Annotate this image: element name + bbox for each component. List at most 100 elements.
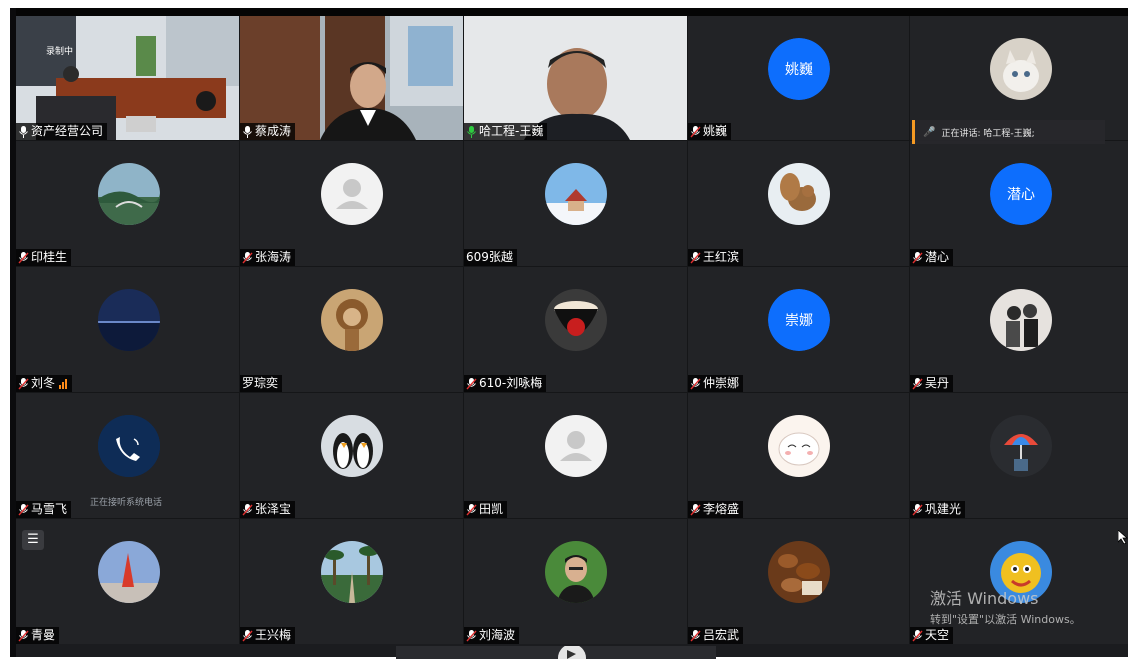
video-tile[interactable]: 刘冬 xyxy=(16,267,239,392)
avatar xyxy=(98,289,160,351)
video-tile[interactable]: 印桂生 xyxy=(16,141,239,266)
avatar: 潜心 xyxy=(990,163,1052,225)
participant-name: 姚巍 xyxy=(703,124,728,138)
microphone-muted-icon xyxy=(242,251,253,263)
participant-name: 潜心 xyxy=(925,250,950,264)
participant-nametag: 王兴梅 xyxy=(240,627,296,644)
participant-list-button[interactable]: ☰ xyxy=(22,530,44,550)
video-tile[interactable]: 姚巍 姚巍 xyxy=(688,16,909,140)
video-tile[interactable]: 蔡成涛 xyxy=(240,16,463,140)
video-tile[interactable]: 张泽宝 xyxy=(240,393,463,518)
avatar xyxy=(545,541,607,603)
participant-name: 609张越 xyxy=(466,250,513,264)
participant-name: 马雪飞 xyxy=(31,502,68,516)
video-tile[interactable]: 崇娜 仲崇娜 xyxy=(688,267,909,392)
participant-video-feed xyxy=(240,16,463,140)
video-tile[interactable]: 哈工程-王巍 xyxy=(464,16,687,140)
video-tile[interactable]: 罗琮奕 xyxy=(240,267,463,392)
video-tile[interactable]: 青曼 xyxy=(16,519,239,644)
avatar xyxy=(98,163,160,225)
participant-name: 张泽宝 xyxy=(255,502,292,516)
palm-road-avatar-image xyxy=(321,541,383,603)
video-tile[interactable]: 吕宏武 xyxy=(688,519,909,644)
participant-name: 张海涛 xyxy=(255,250,292,264)
microphone-muted-icon xyxy=(18,377,29,389)
avatar xyxy=(990,289,1052,351)
windows-activation-watermark: 激活 Windows 转到"设置"以激活 Windows。 xyxy=(930,585,1081,627)
video-tile[interactable]: 609张越 xyxy=(464,141,687,266)
mouse-cursor-icon xyxy=(1118,530,1128,544)
speaker-icon: 🎤 xyxy=(923,126,936,138)
microphone-muted-icon xyxy=(690,125,701,137)
avatar xyxy=(545,415,607,477)
activation-title: 激活 Windows xyxy=(930,589,1039,608)
couple-avatar-image xyxy=(990,289,1052,351)
video-tile[interactable]: 王红滨 xyxy=(688,141,909,266)
avatar xyxy=(545,289,607,351)
microphone-muted-icon xyxy=(690,377,701,389)
participant-nametag: 张海涛 xyxy=(240,249,296,266)
microphone-muted-icon xyxy=(912,503,923,515)
window-top-border xyxy=(10,8,1128,16)
video-tile[interactable]: 录制中 资产经营公司 xyxy=(16,16,239,140)
avatar: 崇娜 xyxy=(768,289,830,351)
activation-hint: 转到"设置"以激活 Windows。 xyxy=(930,613,1081,626)
video-tile[interactable]: 王兴梅 xyxy=(240,519,463,644)
participant-video-feed xyxy=(464,16,687,140)
list-icon: ☰ xyxy=(27,532,39,547)
avatar xyxy=(990,38,1052,100)
participant-nametag: 印桂生 xyxy=(16,249,72,266)
participant-nametag: 王红滨 xyxy=(688,249,744,266)
participant-name: 吕宏武 xyxy=(703,628,740,642)
winter-house-avatar-image xyxy=(545,163,607,225)
microphone-muted-icon xyxy=(690,503,701,515)
participant-name: 田凯 xyxy=(479,502,504,516)
umbrella-avatar-image xyxy=(990,415,1052,477)
participant-name: 李熔盛 xyxy=(703,502,740,516)
fu-cup-avatar-image xyxy=(545,289,607,351)
video-tile[interactable]: 吴丹 xyxy=(910,267,1128,392)
microphone-muted-icon xyxy=(18,629,29,641)
microphone-muted-icon xyxy=(466,503,477,515)
participant-name: 王红滨 xyxy=(703,250,740,264)
participant-nametag: 610-刘咏梅 xyxy=(464,375,547,392)
microphone-muted-icon xyxy=(18,251,29,263)
penguin-avatar-image xyxy=(321,415,383,477)
video-tile[interactable]: 潜心 潜心 xyxy=(910,141,1128,266)
video-tile[interactable]: 张海涛 xyxy=(240,141,463,266)
video-tile[interactable]: 刘海波 xyxy=(464,519,687,644)
participant-nametag: 609张越 xyxy=(464,249,517,266)
avatar-initials: 崇娜 xyxy=(768,289,830,351)
participant-name: 巩建光 xyxy=(925,502,962,516)
participant-nametag: 马雪飞 xyxy=(16,501,72,518)
video-tile[interactable]: 610-刘咏梅 xyxy=(464,267,687,392)
avatar-initials: 潜心 xyxy=(990,163,1052,225)
participant-nametag: 刘海波 xyxy=(464,627,520,644)
microphone-icon xyxy=(19,125,28,138)
avatar xyxy=(321,415,383,477)
lion-avatar-image xyxy=(321,289,383,351)
video-tile[interactable]: 正在接听系统电话 马雪飞 xyxy=(16,393,239,518)
microphone-muted-icon xyxy=(912,629,923,641)
meeting-window: 录制中 资产经营公司 蔡成涛 哈工程-王巍 姚巍 姚巍 印桂生 张海涛 609张… xyxy=(0,0,1128,663)
avatar-initials: 姚巍 xyxy=(768,38,830,100)
participant-nametag: 资产经营公司 xyxy=(16,123,108,140)
participant-name: 罗琮奕 xyxy=(242,376,279,390)
video-tile[interactable]: 李熔盛 xyxy=(688,393,909,518)
participant-nametag: 吴丹 xyxy=(910,375,954,392)
participant-nametag: 蔡成涛 xyxy=(240,123,296,140)
active-speaker-text: 正在讲话: 哈工程-王巍; xyxy=(941,128,1035,139)
phone-call-avatar xyxy=(98,415,160,477)
recording-badge: 录制中 xyxy=(46,47,74,57)
microphone-muted-icon xyxy=(690,629,701,641)
participant-nametag: 李熔盛 xyxy=(688,501,744,518)
participant-name: 刘冬 xyxy=(31,376,56,390)
participant-name: 蔡成涛 xyxy=(255,124,292,138)
participant-name: 王兴梅 xyxy=(255,628,292,642)
participant-name: 印桂生 xyxy=(31,250,68,264)
participant-nametag: 潜心 xyxy=(910,249,954,266)
video-tile[interactable]: 巩建光 xyxy=(910,393,1128,518)
microphone-icon xyxy=(243,125,252,138)
microphone-active-icon xyxy=(467,125,476,138)
video-tile[interactable]: 田凯 xyxy=(464,393,687,518)
